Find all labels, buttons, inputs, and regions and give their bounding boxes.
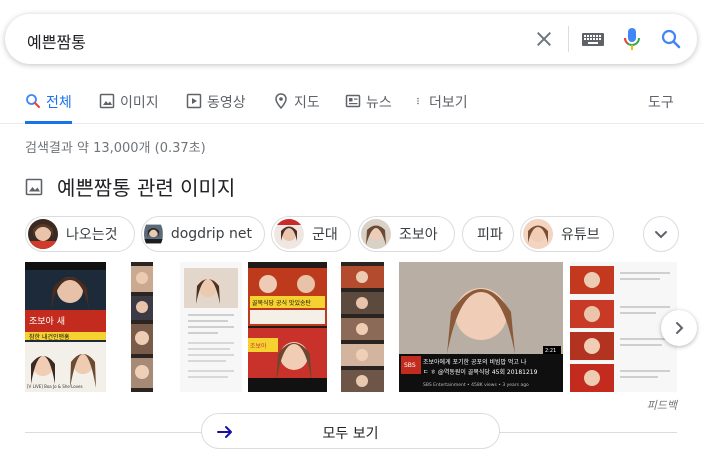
image-result[interactable] — [180, 262, 242, 392]
tab-all[interactable]: 전체 — [25, 92, 72, 124]
thumb-caption: 참한 내건인맨훔 — [29, 333, 70, 341]
tab-label: 더보기 — [429, 95, 468, 111]
tab-videos[interactable]: 동영상 — [186, 92, 246, 124]
thumb-caption: 조보아 새 — [29, 316, 65, 327]
chip-thumbnail — [523, 219, 553, 249]
chip-label: 조보아 — [399, 227, 438, 243]
related-chips: 나오는것 dogdrip net 군대 조보아 피파 유튜브 — [25, 216, 685, 252]
map-pin-icon — [275, 93, 287, 109]
image-result[interactable] — [131, 262, 153, 392]
thumb-logo: SBS — [404, 362, 416, 369]
chip-thumbnail — [274, 219, 304, 249]
tab-label: 전체 — [46, 95, 72, 111]
tab-images[interactable]: 이미지 — [99, 92, 159, 124]
chip-thumbnail — [28, 219, 58, 249]
close-icon[interactable] — [532, 27, 556, 51]
image-result[interactable]: 골목식당 공식 맛있송탄 조보아 — [248, 262, 327, 392]
chip-item[interactable]: 나오는것 — [25, 216, 135, 252]
chip-item[interactable]: 유튜브 — [520, 216, 614, 252]
more-vert-icon — [417, 97, 419, 105]
result-stats: 검색결과 약 13,000개 (0.37초) — [25, 141, 206, 156]
video-duration: 2:21 — [545, 348, 556, 354]
see-all-label: 모두 보기 — [322, 426, 379, 442]
image-result[interactable] — [341, 262, 384, 392]
search-tabs: 전체 이미지 동영상 지도 뉴스 더보기 도구 — [0, 86, 704, 124]
search-icon[interactable] — [659, 27, 683, 51]
search-bar-divider — [568, 26, 569, 52]
chip-item[interactable]: 피파 — [462, 216, 514, 252]
image-icon — [25, 178, 43, 195]
chip-item[interactable]: dogdrip net — [141, 216, 265, 252]
chip-label: dogdrip net — [170, 226, 252, 242]
images-section-heading: 예쁜짬통 관련 이미지 — [25, 172, 235, 201]
chevron-right-icon — [676, 322, 684, 334]
image-thumbnail: 조보아 새 참한 내건인맨훔 [V LIVE] Boa Jo & She Lov… — [25, 262, 106, 392]
chip-label: 피파 — [477, 227, 503, 243]
thumb-caption: 조보아 — [250, 342, 267, 350]
carousel-next-button[interactable] — [661, 310, 697, 346]
search-query[interactable]: 예쁜짬통 — [27, 29, 86, 53]
tab-maps[interactable]: 지도 — [273, 92, 320, 124]
tools-label: 도구 — [648, 95, 674, 111]
tab-label: 뉴스 — [366, 95, 392, 111]
thumb-caption: SBS Entertainment • 458K views • 3 years… — [423, 382, 529, 388]
image-icon — [99, 93, 115, 109]
chip-item[interactable]: 조보아 — [358, 216, 455, 252]
tab-label: 동영상 — [207, 95, 246, 111]
image-grid: 조보아 새 참한 내건인맨훔 [V LIVE] Boa Jo & She Lov… — [25, 262, 677, 392]
chip-thumbnail — [144, 224, 163, 244]
image-thumbnail: 골목식당 공식 맛있송탄 조보아 — [248, 262, 327, 392]
microphone-icon[interactable] — [620, 26, 644, 52]
chips-expand-button[interactable] — [643, 216, 679, 252]
images-section-title: 예쁜짬통 관련 이미지 — [57, 176, 236, 200]
chip-label: 군대 — [312, 227, 338, 243]
tab-label: 이미지 — [120, 95, 159, 111]
search-icon — [26, 94, 40, 108]
chip-thumbnail — [361, 219, 391, 249]
image-thumbnail — [180, 262, 242, 392]
thumb-caption: [V LIVE] Boa Jo & She Loves — [27, 384, 83, 389]
keyboard-icon[interactable] — [580, 28, 606, 50]
chip-label: 유튜브 — [561, 227, 600, 243]
image-thumbnail — [131, 262, 153, 392]
video-icon — [186, 93, 202, 109]
image-result[interactable]: SBS 조보아에게 포기한 공포의 비빔밥 먹고 나 ㄷ ㅎ @역동원이 골목식… — [399, 262, 563, 392]
image-thumbnail — [341, 262, 384, 392]
tools-button[interactable]: 도구 — [648, 92, 674, 124]
see-all-button[interactable]: 모두 보기 — [201, 413, 500, 449]
thumb-caption: 골목식당 공식 맛있송탄 — [252, 299, 311, 307]
chip-label: 나오는것 — [66, 227, 118, 243]
chevron-down-icon — [655, 231, 667, 239]
tab-label: 지도 — [294, 95, 320, 111]
tab-news[interactable]: 뉴스 — [345, 92, 392, 124]
search-bar[interactable]: 예쁜짬통 — [5, 14, 697, 64]
feedback-link[interactable]: 피드백 — [647, 397, 677, 413]
news-icon — [345, 94, 361, 108]
tab-more[interactable]: 더보기 — [416, 92, 468, 124]
thumb-caption: 조보아에게 포기한 공포의 비빔밥 먹고 나 — [423, 358, 527, 366]
chip-item[interactable]: 군대 — [271, 216, 351, 252]
image-result[interactable]: 조보아 새 참한 내건인맨훔 [V LIVE] Boa Jo & She Lov… — [25, 262, 106, 392]
thumb-caption: ㄷ ㅎ @역동원이 골목식당 45회 20181219 — [423, 368, 538, 376]
image-thumbnail: SBS 조보아에게 포기한 공포의 비빔밥 먹고 나 ㄷ ㅎ @역동원이 골목식… — [399, 262, 563, 392]
